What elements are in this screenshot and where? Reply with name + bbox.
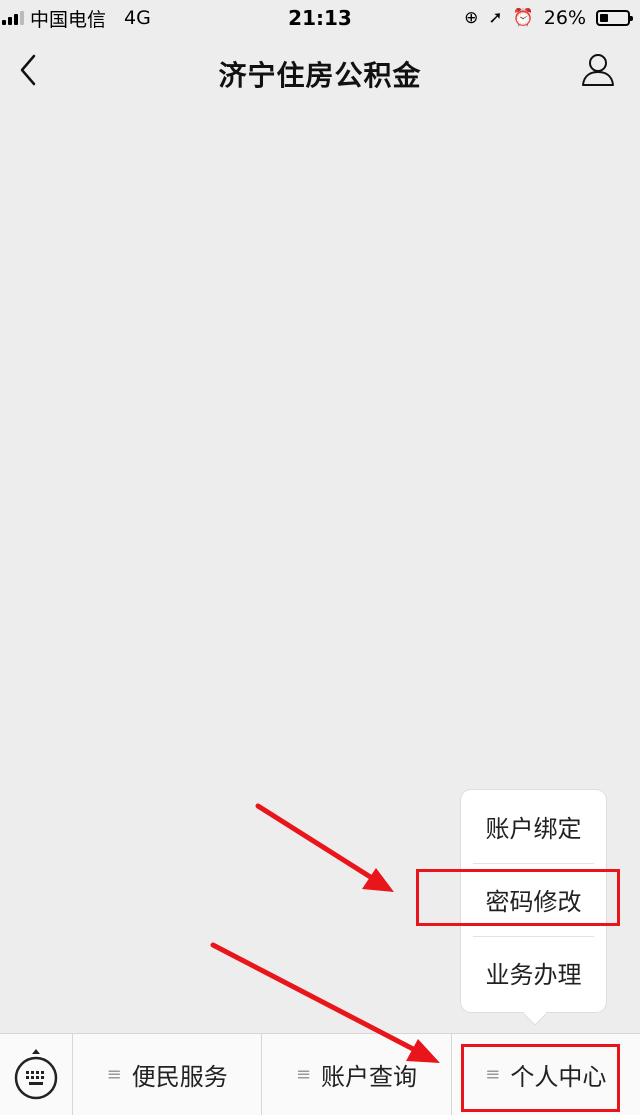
status-bar: 中国电信 4G 21:13 ⊕ ➚ ⏰ 26% xyxy=(0,0,640,36)
menu-tab-account-query[interactable]: ≡ 账户查询 xyxy=(262,1034,452,1115)
user-profile-icon[interactable] xyxy=(578,50,618,90)
highlight-personal-center xyxy=(461,1044,620,1112)
submenu-item-account-binding[interactable]: 账户绑定 xyxy=(461,790,606,863)
location-icon: ➚ xyxy=(488,8,503,28)
arrow-to-password-change xyxy=(255,803,394,892)
menu-tab-label: 账户查询 xyxy=(321,1063,418,1091)
orientation-lock-icon: ⊕ xyxy=(464,8,479,28)
nav-bar: 济宁住房公积金 xyxy=(0,36,640,106)
menu-tab-convenience-services[interactable]: ≡ 便民服务 xyxy=(73,1034,263,1115)
battery-percent: 26% xyxy=(543,7,586,29)
alarm-icon: ⏰ xyxy=(512,8,534,28)
highlight-password-change xyxy=(416,869,620,926)
submenu-item-business-handling[interactable]: 业务办理 xyxy=(461,936,606,1009)
status-right: ⊕ ➚ ⏰ 26% xyxy=(464,7,633,29)
keyboard-toggle-button[interactable] xyxy=(0,1034,73,1115)
keyboard-icon xyxy=(14,1048,58,1099)
page-title: 济宁住房公积金 xyxy=(218,59,422,92)
battery-icon xyxy=(596,10,633,26)
menu-list-icon: ≡ xyxy=(106,1064,122,1085)
menu-tab-label: 便民服务 xyxy=(131,1063,228,1091)
menu-list-icon: ≡ xyxy=(295,1064,312,1085)
